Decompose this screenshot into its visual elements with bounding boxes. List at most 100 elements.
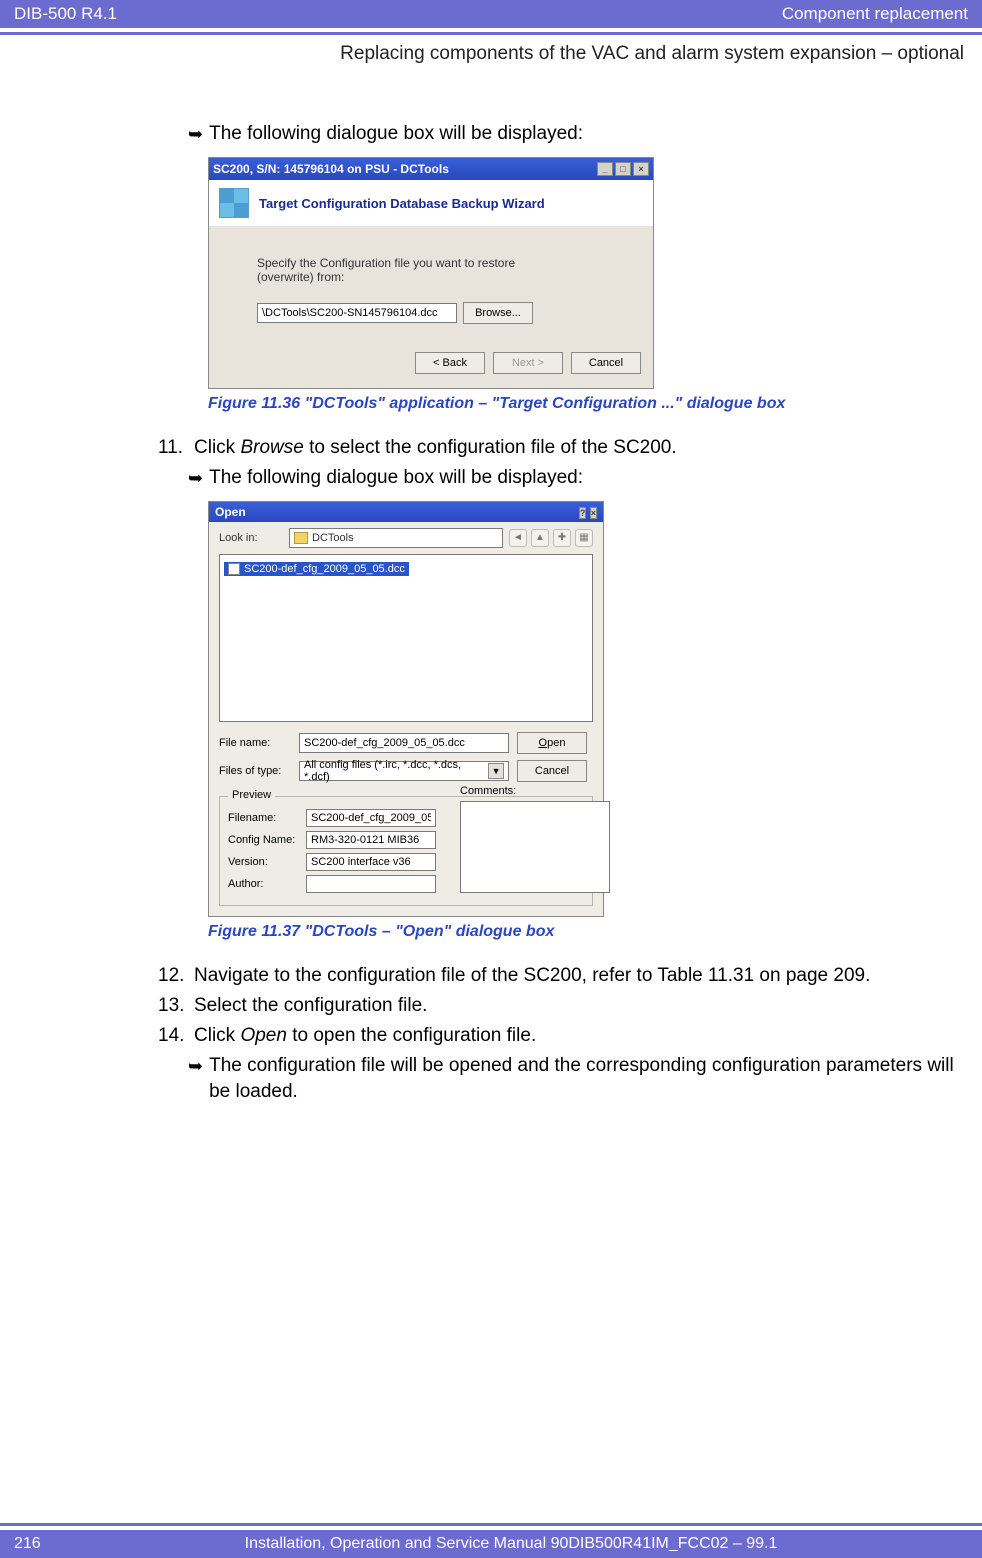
- file-icon: [228, 563, 240, 575]
- arrow-11-line: ➥ The following dialogue box will be dis…: [188, 465, 964, 491]
- toolbar-icons: ◄ ▲ ✚ ▦: [509, 529, 593, 547]
- header-right: Component replacement: [782, 4, 968, 24]
- step-13-text: Select the configuration file.: [194, 993, 427, 1019]
- dialog1-banner-title: Target Configuration Database Backup Wiz…: [259, 196, 545, 211]
- arrow-14-text: The configuration file will be opened an…: [209, 1053, 964, 1105]
- content-area: ➥ The following dialogue box will be dis…: [0, 121, 982, 1105]
- file-item-text: SC200-def_cfg_2009_05_05.dcc: [244, 563, 405, 575]
- filesoftype-select[interactable]: All config files (*.irc, *.dcc, *.dcs, *…: [299, 761, 509, 781]
- dialog2-titlebar: Open ? ×: [209, 502, 603, 522]
- filename-label: File name:: [219, 737, 291, 749]
- intro-arrow-text: The following dialogue box will be displ…: [209, 121, 583, 147]
- page-number: 216: [14, 1535, 54, 1553]
- cancel-button[interactable]: Cancel: [571, 352, 641, 374]
- folder-icon: [294, 532, 308, 544]
- open-dialog: Open ? × Look in: DCTools ◄ ▲ ✚ ▦: [208, 501, 604, 917]
- filesoftype-value: All config files (*.irc, *.dcc, *.dcs, *…: [304, 759, 488, 783]
- step-14: 14. Click Open to open the configuration…: [158, 1023, 964, 1049]
- footer-rule: [0, 1523, 982, 1526]
- preview-group: Preview Filename: Config Name: Version: …: [219, 796, 593, 906]
- page-footer: 216 Installation, Operation and Service …: [0, 1530, 982, 1558]
- step-14-num: 14.: [158, 1023, 194, 1049]
- comments-label: Comments:: [460, 785, 516, 797]
- step-12: 12. Navigate to the configuration file o…: [158, 963, 964, 989]
- close-icon[interactable]: ×: [633, 162, 649, 176]
- filename-input[interactable]: [299, 733, 509, 753]
- window-buttons: _ □ ×: [597, 162, 649, 176]
- step-14-pre: Click: [194, 1025, 240, 1046]
- views-icon[interactable]: ▦: [575, 529, 593, 547]
- wizard-icon: [219, 188, 249, 218]
- back-nav-icon[interactable]: ◄: [509, 529, 527, 547]
- preview-config-value: [306, 831, 436, 849]
- arrow-14-line: ➥ The configuration file will be opened …: [188, 1053, 964, 1105]
- lookin-combo[interactable]: DCTools: [289, 528, 503, 548]
- browse-button[interactable]: Browse...: [463, 302, 533, 324]
- preview-author-label: Author:: [228, 878, 300, 890]
- preview-filename-value: [306, 809, 436, 827]
- arrow-icon: ➥: [188, 1053, 203, 1079]
- preview-config-label: Config Name:: [228, 834, 300, 846]
- window-buttons: ? ×: [579, 505, 597, 519]
- figure-2-caption: Figure 11.37 "DCTools – "Open" dialogue …: [208, 923, 964, 941]
- page-header: DIB-500 R4.1 Component replacement: [0, 0, 982, 28]
- step-11-text: Click Browse to select the configuration…: [194, 435, 677, 461]
- step-11-num: 11.: [158, 435, 194, 461]
- dialog1-titlebar: SC200, S/N: 145796104 on PSU - DCTools _…: [209, 158, 653, 180]
- close-icon[interactable]: ×: [590, 507, 597, 519]
- dialog2-title-text: Open: [215, 505, 246, 519]
- file-list[interactable]: SC200-def_cfg_2009_05_05.dcc: [219, 554, 593, 722]
- lookin-value: DCTools: [312, 532, 354, 544]
- preview-filename-label: Filename:: [228, 812, 300, 824]
- step-13: 13. Select the configuration file.: [158, 993, 964, 1019]
- help-icon[interactable]: ?: [579, 507, 587, 519]
- step-11-pre: Click: [194, 437, 240, 458]
- subheader: Replacing components of the VAC and alar…: [0, 35, 982, 65]
- open-button[interactable]: Open: [517, 732, 587, 754]
- step-12-num: 12.: [158, 963, 194, 989]
- next-button: Next >: [493, 352, 563, 374]
- preview-legend: Preview: [228, 789, 275, 801]
- lookin-label: Look in:: [219, 532, 283, 544]
- lookin-row: Look in: DCTools ◄ ▲ ✚ ▦: [209, 522, 603, 554]
- figure-1-wrap: SC200, S/N: 145796104 on PSU - DCTools _…: [208, 157, 964, 389]
- step-14-italic: Open: [240, 1025, 286, 1046]
- arrow-11-text: The following dialogue box will be displ…: [209, 465, 583, 491]
- step-11: 11. Click Browse to select the configura…: [158, 435, 964, 461]
- dialog2-middle: File name: Open Files of type: All confi…: [209, 722, 603, 790]
- minimize-icon[interactable]: _: [597, 162, 613, 176]
- dialog1-footer: < Back Next > Cancel: [209, 342, 653, 388]
- up-folder-icon[interactable]: ▲: [531, 529, 549, 547]
- preview-version-label: Version:: [228, 856, 300, 868]
- arrow-icon: ➥: [188, 465, 203, 491]
- dialog1-prompt-line2: (overwrite) from:: [257, 270, 631, 284]
- maximize-icon[interactable]: □: [615, 162, 631, 176]
- new-folder-icon[interactable]: ✚: [553, 529, 571, 547]
- step-13-num: 13.: [158, 993, 194, 1019]
- preview-version-value: [306, 853, 436, 871]
- cancel-open-button[interactable]: Cancel: [517, 760, 587, 782]
- footer-text: Installation, Operation and Service Manu…: [54, 1535, 968, 1553]
- list-item[interactable]: SC200-def_cfg_2009_05_05.dcc: [224, 562, 409, 576]
- back-button[interactable]: < Back: [415, 352, 485, 374]
- chevron-down-icon[interactable]: ▼: [488, 763, 504, 779]
- step-14-post: to open the configuration file.: [287, 1025, 536, 1046]
- comments-box[interactable]: [460, 801, 610, 893]
- filesoftype-label: Files of type:: [219, 765, 291, 777]
- header-left: DIB-500 R4.1: [14, 4, 117, 24]
- step-11-post: to select the configuration file of the …: [304, 437, 677, 458]
- preview-author-value: [306, 875, 436, 893]
- figure-2-wrap: Open ? × Look in: DCTools ◄ ▲ ✚ ▦: [208, 501, 964, 917]
- arrow-icon: ➥: [188, 121, 203, 147]
- step-12-text: Navigate to the configuration file of th…: [194, 963, 870, 989]
- step-11-italic: Browse: [240, 437, 303, 458]
- config-path-input[interactable]: [257, 303, 457, 323]
- dialog1-banner: Target Configuration Database Backup Wiz…: [209, 180, 653, 226]
- dialog1-body: Specify the Configuration file you want …: [209, 226, 653, 342]
- dialog1-prompt-line1: Specify the Configuration file you want …: [257, 256, 631, 270]
- dctools-wizard-dialog: SC200, S/N: 145796104 on PSU - DCTools _…: [208, 157, 654, 389]
- intro-arrow-line: ➥ The following dialogue box will be dis…: [188, 121, 964, 147]
- dialog1-title-text: SC200, S/N: 145796104 on PSU - DCTools: [213, 162, 449, 176]
- figure-1-caption: Figure 11.36 "DCTools" application – "Ta…: [208, 395, 964, 413]
- step-14-text: Click Open to open the configuration fil…: [194, 1023, 536, 1049]
